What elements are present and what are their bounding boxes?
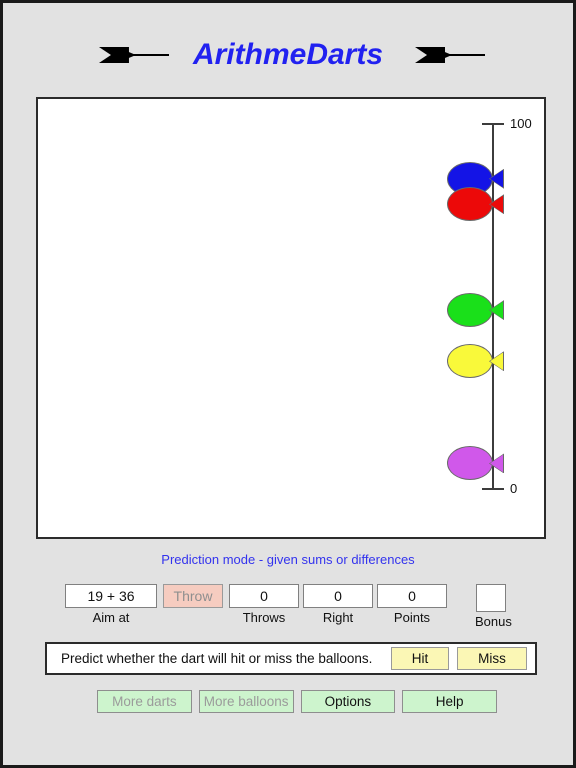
bonus-value: [476, 584, 506, 612]
dart-icon-left: [91, 44, 169, 66]
options-button[interactable]: Options: [300, 690, 396, 713]
right-label: Right: [322, 610, 354, 625]
playfield-canvas[interactable]: 100 0: [36, 97, 546, 539]
action-button-row: More darts More balloons Options Help: [97, 690, 497, 714]
throws-counter: 0 Throws: [229, 584, 299, 625]
scale-label-min: 0: [510, 481, 518, 496]
scale-label-max: 100: [510, 116, 532, 131]
aim-at-field: 19 + 36 Aim at: [65, 584, 157, 625]
fish-body: [447, 187, 493, 222]
prediction-bar: Predict whether the dart will hit or mis…: [45, 642, 537, 675]
hit-button[interactable]: Hit: [391, 647, 449, 670]
throw-control: Throw: [163, 584, 223, 608]
prediction-prompt: Predict whether the dart will hit or mis…: [61, 651, 373, 666]
stats-row: 19 + 36 Aim at Throw 0 Throws 0 Right 0 …: [65, 584, 515, 629]
points-label: Points: [393, 610, 431, 625]
bonus-label: Bonus: [475, 614, 512, 629]
balloon-fish-green[interactable]: [447, 293, 504, 328]
bonus-indicator: Bonus: [475, 584, 512, 629]
page-title: ArithmeDarts: [192, 38, 384, 71]
dart-icon-right: [407, 44, 486, 66]
aim-at-value[interactable]: 19 + 36: [65, 584, 157, 608]
dart-tip: [123, 50, 136, 60]
more-darts-button[interactable]: More darts: [97, 690, 192, 713]
app-window: ArithmeDarts 100 0 Prediction mode - giv…: [0, 0, 576, 768]
balloon-fish-yellow[interactable]: [447, 344, 504, 379]
more-balloons-button[interactable]: More balloons: [198, 690, 294, 713]
points-value: 0: [377, 584, 447, 608]
balloon-fish-red[interactable]: [447, 187, 504, 222]
miss-button[interactable]: Miss: [457, 647, 527, 670]
help-button[interactable]: Help: [402, 690, 497, 713]
throws-label: Throws: [242, 610, 286, 625]
fish-tail: [490, 170, 503, 188]
fish-body: [447, 446, 493, 481]
right-value: 0: [303, 584, 373, 608]
points-counter: 0 Points: [377, 584, 447, 625]
scale-tick-bottom: [482, 488, 504, 490]
throws-value: 0: [229, 584, 299, 608]
scale-tick-top: [482, 123, 504, 125]
fish-body: [447, 344, 493, 379]
fish-body: [447, 293, 493, 328]
title-bar: ArithmeDarts: [3, 33, 573, 77]
right-counter: 0 Right: [303, 584, 373, 625]
aim-at-label: Aim at: [92, 610, 130, 625]
mode-caption: Prediction mode - given sums or differen…: [161, 552, 415, 567]
balloon-fish-purple[interactable]: [447, 446, 504, 481]
dart-tip: [440, 50, 453, 60]
throw-button[interactable]: Throw: [163, 584, 223, 608]
